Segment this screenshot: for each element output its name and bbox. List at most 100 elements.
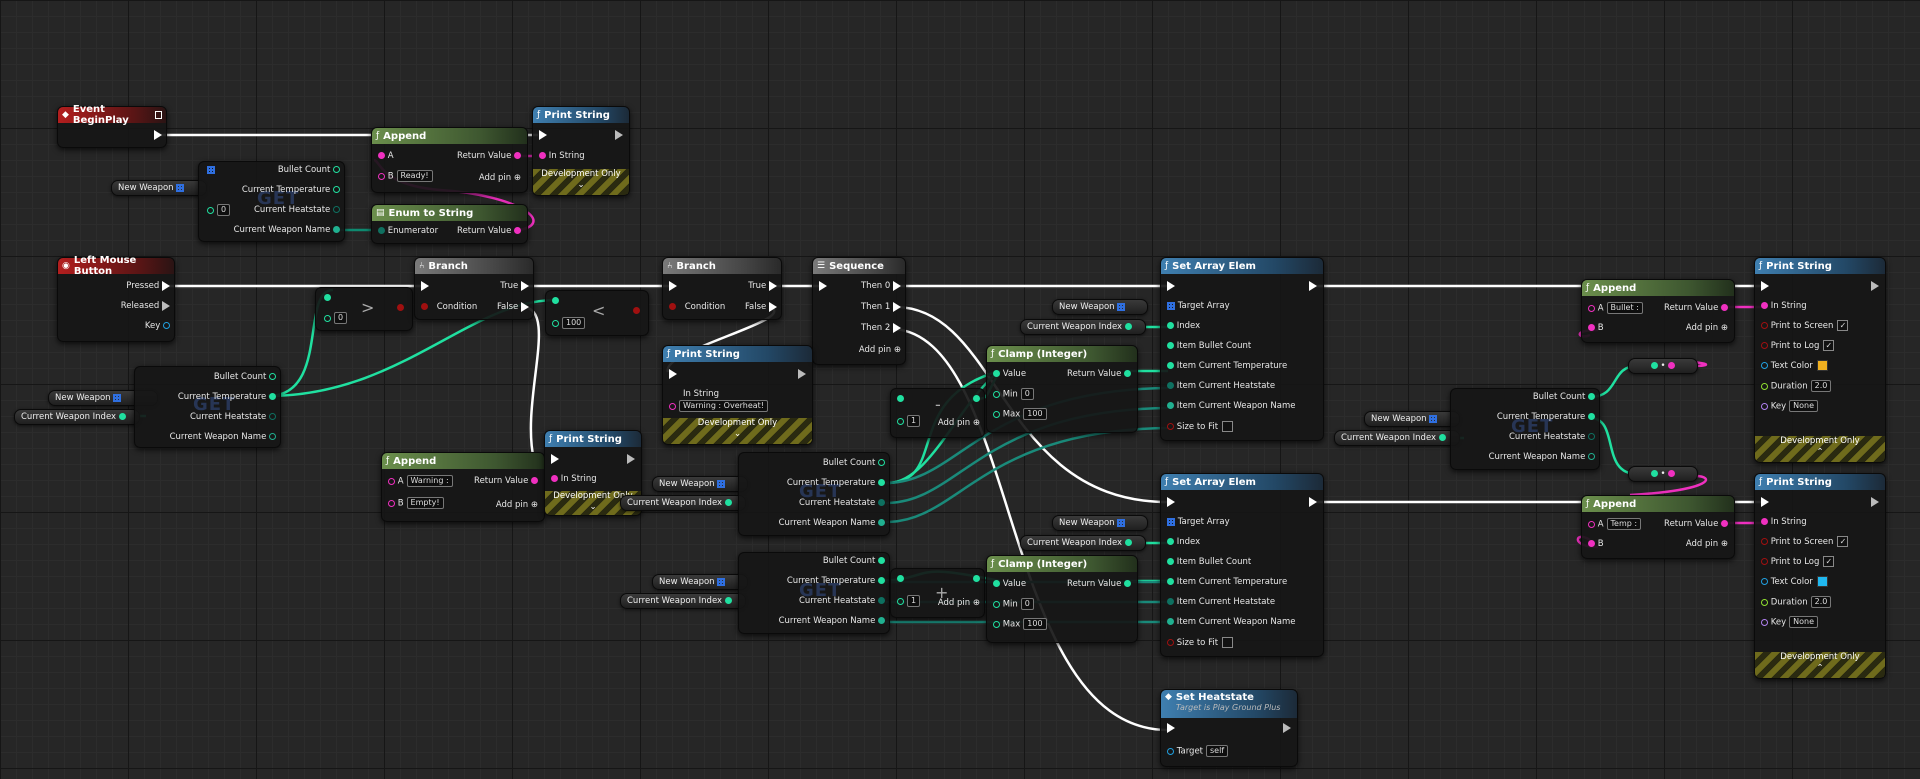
chevron-up-icon[interactable]: ⌃ [1755,447,1885,458]
key-input[interactable]: None [1789,400,1818,412]
print-string-node[interactable]: ƒ Print String In String Development Only… [532,106,630,196]
out-pin[interactable] [878,597,885,604]
exec-out-pin[interactable] [769,280,777,291]
add-pin-icon[interactable]: ⊕ [1721,539,1728,549]
int-pin[interactable] [1438,434,1446,441]
bool-pin[interactable] [1167,639,1174,646]
subtract-node[interactable]: - 1 Add pin ⊕ [890,388,985,438]
int-pin[interactable] [993,410,1000,418]
string-pin[interactable] [1588,520,1595,528]
exec-out-pin[interactable] [893,280,901,291]
clamp-integer-node[interactable]: ƒ Clamp (Integer) Value Min 0 Max 100 Retur… [986,345,1138,433]
a-input[interactable]: Warning : [406,475,453,487]
in-string-input[interactable]: Warning : Overheat! [679,400,769,412]
int-pin[interactable] [1167,538,1174,545]
event-beginplay-node[interactable]: ◆ Event BeginPlay [57,104,167,148]
int-pin[interactable] [897,417,904,425]
int-pin[interactable] [1167,362,1174,369]
add-pin-icon[interactable]: ⊕ [1721,323,1728,333]
delegate-pin[interactable] [154,111,162,119]
index-input[interactable]: 0 [217,204,231,216]
min-input[interactable]: 0 [1020,388,1034,400]
add-pin-icon[interactable]: ⊕ [894,345,901,355]
bool-pin[interactable] [1761,322,1768,329]
duration-input[interactable]: 2.0 [1810,596,1832,608]
greater-than-node[interactable]: > 0 [315,287,413,331]
int-pin[interactable] [324,294,331,301]
exec-out-pin[interactable] [893,301,901,312]
b-input[interactable]: Empty! [406,497,444,509]
a-input[interactable]: Temp : [1606,518,1642,530]
index-pin[interactable] [207,206,214,214]
add-pin-icon[interactable]: ⊕ [514,173,521,183]
b-input[interactable]: 0 [334,312,348,324]
int-pin[interactable] [993,600,1000,608]
print-string-node[interactable]: ƒ Print String In String Print to Screen ✓… [1754,257,1886,463]
current-weapon-index-variable[interactable]: Current Weapon Index [1334,430,1460,446]
print-to-screen-checkbox[interactable]: ✓ [1837,320,1849,331]
bool-pin[interactable] [633,307,640,314]
int-pin[interactable] [1124,580,1131,587]
int-pin[interactable] [724,597,732,604]
enum-to-string-node[interactable]: ▤ Enum to String Enumerator Return Value [371,204,528,244]
string-pin[interactable] [514,227,521,234]
development-only-banner[interactable]: Development Only ⌄ [533,169,629,195]
int-pin[interactable] [897,395,904,402]
int-pin[interactable] [973,575,980,582]
int-pin[interactable] [993,580,1000,587]
set-array-elem-node[interactable]: ƒ Set Array Elem Target Array Index Item … [1160,257,1324,441]
name-pin[interactable] [1761,618,1768,626]
bool-pin[interactable] [397,304,404,311]
exec-out-pin[interactable] [1309,496,1317,507]
int-pin[interactable] [897,575,904,582]
exec-in-pin[interactable] [1167,496,1175,507]
append-node[interactable]: ƒ Append A Warning : B Empty! Return Value … [381,452,545,522]
out-pin[interactable] [878,617,885,624]
int-pin[interactable] [1650,362,1658,369]
new-weapon-variable[interactable]: New Weapon [1052,515,1148,531]
exec-out-pin[interactable] [1283,722,1291,733]
b-input[interactable]: Ready! [396,170,433,182]
string-pin[interactable] [1721,304,1728,311]
string-pin[interactable] [1167,618,1174,625]
text-color-swatch[interactable] [1816,576,1828,587]
name-pin[interactable] [1761,402,1768,410]
exec-out-pin[interactable] [769,301,777,312]
int-pin[interactable] [1167,578,1174,585]
out-pin[interactable] [333,226,340,233]
new-weapon-variable[interactable]: New Weapon [111,180,207,196]
print-string-node[interactable]: ƒ Print String In String Warning : Overhe… [662,345,813,445]
int-pin[interactable] [118,413,126,420]
print-string-node[interactable]: ƒ Print String In String Print to Screen ✓… [1754,473,1886,679]
target-input[interactable]: self [1206,745,1229,757]
development-only-banner[interactable]: Development Only ⌃ [1755,436,1885,462]
bool-pin[interactable] [1761,538,1768,545]
new-weapon-variable[interactable]: New Weapon [652,574,748,590]
print-to-log-checkbox[interactable]: ✓ [1823,556,1835,567]
int-pin[interactable] [1167,322,1174,329]
int-pin[interactable] [1124,539,1132,546]
exec-out-pin[interactable] [615,129,623,140]
array-pin-icon[interactable] [1167,517,1175,526]
development-only-banner[interactable]: Development Only ⌃ [1755,652,1885,678]
out-pin[interactable] [333,206,340,213]
string-pin[interactable] [531,477,538,484]
get-array-node[interactable]: GET Bullet Count Current Temperature Cur… [738,552,890,634]
out-pin[interactable] [878,459,885,466]
bool-pin[interactable] [421,303,428,310]
bool-pin[interactable] [1761,342,1768,349]
b-input[interactable]: 1 [907,595,921,607]
int-to-string-conversion[interactable]: • [1628,358,1698,374]
int-pin[interactable] [973,395,980,402]
enum-pin[interactable] [378,227,385,234]
exec-out-pin[interactable] [627,453,635,464]
int-pin[interactable] [552,297,559,304]
int-pin[interactable] [993,370,1000,377]
set-array-elem-node[interactable]: ƒ Set Array Elem Target Array Index Item … [1160,473,1324,657]
out-pin[interactable] [333,186,340,193]
development-only-banner[interactable]: Development Only ⌄ [663,418,812,444]
int-pin[interactable] [1650,470,1658,477]
clamp-integer-node[interactable]: ƒ Clamp (Integer) Value Min 0 Max 100 Retur… [986,555,1138,643]
struct-pin[interactable] [163,322,170,329]
string-pin[interactable] [1761,518,1768,525]
